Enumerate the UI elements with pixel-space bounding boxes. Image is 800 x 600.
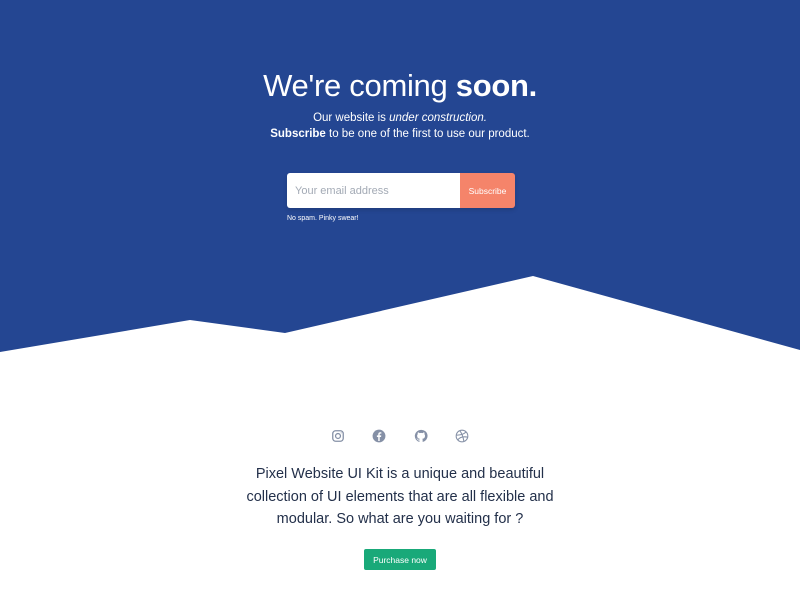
email-input[interactable] (287, 173, 460, 208)
subtitle-line2-strong: Subscribe (270, 128, 326, 140)
purchase-now-button[interactable]: Purchase now (364, 549, 436, 570)
github-icon (414, 429, 428, 442)
subtitle-line1-emphasis: under construction. (389, 112, 487, 124)
subtitle-line1-prefix: Our website is (313, 112, 390, 124)
instagram-link[interactable] (330, 428, 346, 444)
coming-soon-page: We're coming soon. Our website is under … (0, 0, 800, 600)
hero-title-emphasis: soon. (455, 68, 537, 103)
no-spam-note: No spam. Pinky swear! (287, 215, 359, 222)
facebook-link[interactable] (371, 428, 387, 444)
hero-title-text: We're coming (263, 68, 456, 103)
hero-title: We're coming soon. (0, 68, 800, 104)
facebook-icon (372, 429, 386, 443)
dribbble-link[interactable] (454, 428, 470, 444)
subscribe-form: Subscribe (287, 173, 515, 208)
subscribe-button[interactable]: Subscribe (460, 173, 515, 208)
github-link[interactable] (413, 428, 429, 444)
subtitle-line2-rest: to be one of the first to use our produc… (325, 128, 530, 140)
social-links (330, 428, 470, 446)
product-description: Pixel Website UI Kit is a unique and bea… (246, 466, 554, 527)
hero-subtitle-line2: Subscribe to be one of the first to use … (0, 128, 800, 140)
dribbble-icon (455, 429, 469, 443)
instagram-icon (332, 430, 344, 442)
hero-subtitle-line1: Our website is under construction. (0, 112, 800, 124)
